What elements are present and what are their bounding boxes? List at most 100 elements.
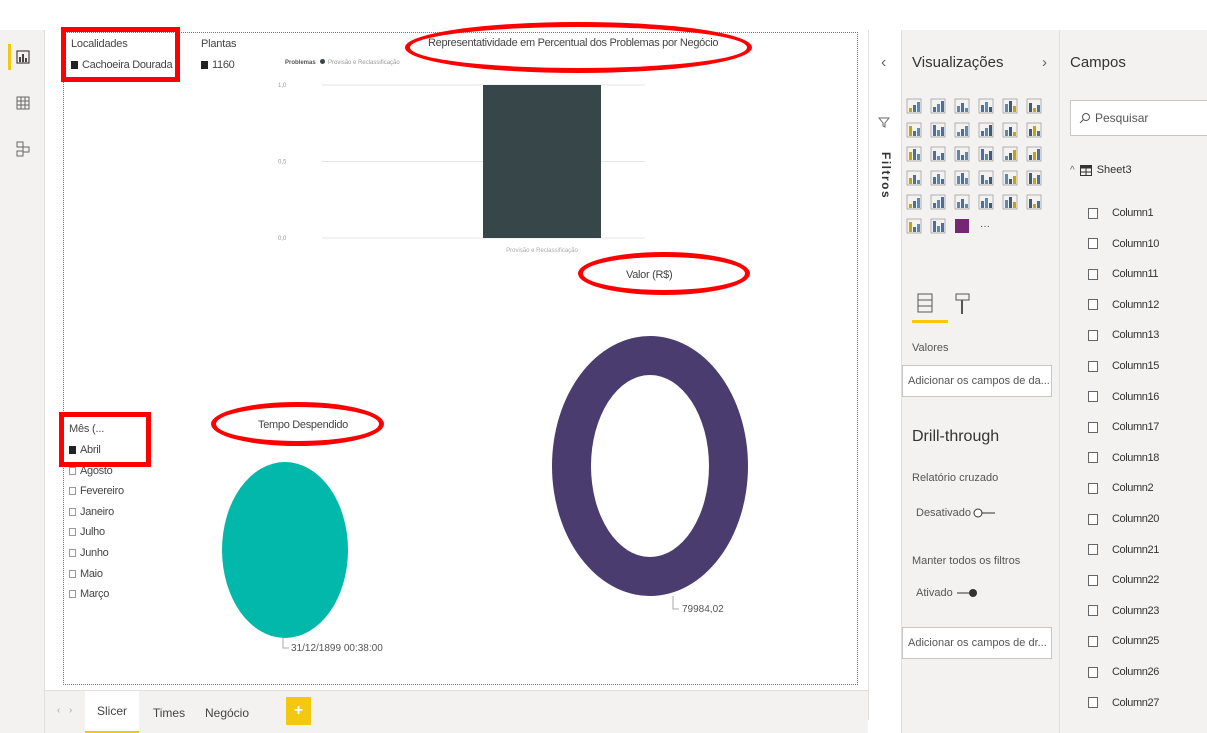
field-checkbox[interactable]	[1088, 605, 1098, 617]
more-visuals-icon[interactable]: ···	[978, 218, 994, 234]
field-item[interactable]: Column23	[1088, 602, 1159, 620]
donut-chart[interactable]: 79984,02	[545, 330, 765, 650]
python-icon[interactable]	[1002, 194, 1018, 210]
tab-scroll-right-icon[interactable]: ›	[69, 705, 72, 716]
slicer-mes-item[interactable]: Março	[69, 588, 109, 600]
custom-visual-icon[interactable]	[954, 218, 970, 234]
clustered-column-icon[interactable]	[978, 98, 994, 114]
pie-slice[interactable]	[222, 462, 348, 638]
cross-report-toggle[interactable]: Desativado	[916, 507, 997, 519]
treemap-icon[interactable]	[1026, 146, 1042, 162]
field-checkbox[interactable]	[1088, 513, 1098, 525]
filters-collapse-icon[interactable]: ‹	[881, 54, 886, 72]
filled-map-icon[interactable]	[930, 170, 946, 186]
field-item[interactable]: Column10	[1088, 235, 1159, 253]
values-drop-zone[interactable]: Adicionar os campos de da...	[902, 365, 1052, 397]
bar-chart[interactable]: 1,0 0,5 0,0 Provisão e Reclassificação	[270, 75, 650, 265]
field-item[interactable]: Column21	[1088, 541, 1159, 559]
slicer-mes-item[interactable]: Maio	[69, 568, 103, 580]
kpi-icon[interactable]	[1026, 170, 1042, 186]
format-paint-roller-icon[interactable]	[954, 292, 972, 318]
tab-scroll-left-icon[interactable]: ‹	[57, 705, 60, 716]
field-checkbox[interactable]	[1088, 666, 1098, 678]
donut-slice[interactable]	[552, 336, 748, 596]
field-item[interactable]: Column16	[1088, 388, 1159, 406]
field-checkbox[interactable]	[1088, 299, 1098, 311]
field-checkbox[interactable]	[1088, 329, 1098, 341]
field-item[interactable]: Column22	[1088, 571, 1159, 589]
pie-chart[interactable]: 31/12/1899 00:38:00	[222, 455, 425, 670]
field-checkbox[interactable]	[1088, 544, 1098, 556]
map-icon[interactable]	[906, 170, 922, 186]
donut-icon[interactable]	[1002, 146, 1018, 162]
waterfall-icon[interactable]	[906, 146, 922, 162]
field-item[interactable]: Column1	[1088, 204, 1154, 222]
field-item[interactable]: Column15	[1088, 357, 1159, 375]
gauge-icon[interactable]	[954, 170, 970, 186]
field-item[interactable]: Column25	[1088, 632, 1159, 650]
field-checkbox[interactable]	[1088, 207, 1098, 219]
field-item[interactable]: Column13	[1088, 326, 1159, 344]
pie-icon[interactable]	[978, 146, 994, 162]
100-column-icon[interactable]	[1026, 98, 1042, 114]
bar[interactable]	[483, 85, 601, 238]
funnel-icon[interactable]	[930, 146, 946, 162]
area-chart-icon[interactable]	[930, 122, 946, 138]
slicer-plantas-item[interactable]: 1160	[201, 59, 235, 71]
field-item[interactable]: Column26	[1088, 663, 1159, 681]
table-visual-icon[interactable]	[930, 194, 946, 210]
field-item[interactable]: Column2	[1088, 479, 1154, 497]
field-checkbox[interactable]	[1088, 635, 1098, 647]
card-icon[interactable]	[978, 170, 994, 186]
bar-legend[interactable]: Problemas Provisão e Reclassificação	[285, 59, 400, 66]
100-bar-icon[interactable]	[1002, 98, 1018, 114]
fields-search-input[interactable]: Pesquisar	[1070, 100, 1207, 136]
field-checkbox[interactable]	[1088, 697, 1098, 709]
tab-negocio[interactable]: Negócio	[197, 691, 257, 733]
field-item[interactable]: Column11	[1088, 265, 1159, 283]
stacked-column-icon[interactable]	[930, 98, 946, 114]
stacked-bar-icon[interactable]	[906, 98, 922, 114]
field-checkbox[interactable]	[1088, 452, 1098, 464]
scatter-icon[interactable]	[954, 146, 970, 162]
field-checkbox[interactable]	[1088, 574, 1098, 586]
ribbon-chart-icon[interactable]	[1026, 122, 1042, 138]
field-checkbox[interactable]	[1088, 391, 1098, 403]
keep-filters-toggle[interactable]: Ativado	[916, 587, 979, 599]
field-checkbox[interactable]	[1088, 268, 1098, 280]
fields-well-icon[interactable]	[916, 292, 936, 318]
field-checkbox[interactable]	[1088, 238, 1098, 250]
stacked-area-icon[interactable]	[954, 122, 970, 138]
report-canvas[interactable]: Localidades Cachoeira Dourada Plantas 11…	[45, 0, 868, 690]
qa-icon[interactable]	[906, 218, 922, 234]
key-influencers-icon[interactable]	[1026, 194, 1042, 210]
table-sheet3[interactable]: ^ Sheet3	[1070, 164, 1132, 176]
arcgis-icon[interactable]	[930, 218, 946, 234]
report-view-icon[interactable]	[8, 44, 34, 70]
viz-pane-chevron-icon[interactable]: ›	[1042, 54, 1047, 71]
field-checkbox[interactable]	[1088, 421, 1098, 433]
tab-slicer[interactable]: Slicer	[85, 691, 139, 733]
field-checkbox[interactable]	[1088, 360, 1098, 372]
model-view-icon[interactable]	[10, 136, 36, 162]
filters-pane-collapsed[interactable]: ‹ Filtros	[868, 30, 901, 720]
field-item[interactable]: Column17	[1088, 418, 1159, 436]
slicer-mes-item[interactable]: Junho	[69, 547, 109, 559]
matrix-icon[interactable]	[954, 194, 970, 210]
slicer-icon[interactable]	[906, 194, 922, 210]
data-view-icon[interactable]	[10, 90, 36, 116]
field-item[interactable]: Column18	[1088, 449, 1159, 467]
slicer-mes-item[interactable]: Julho	[69, 526, 105, 538]
field-item[interactable]: Column12	[1088, 296, 1159, 314]
r-script-icon[interactable]	[978, 194, 994, 210]
tab-times[interactable]: Times	[145, 691, 193, 733]
line-column-icon[interactable]	[978, 122, 994, 138]
drill-through-drop-zone[interactable]: Adicionar os campos de dr...	[902, 627, 1052, 659]
line-clustered-icon[interactable]	[1002, 122, 1018, 138]
field-item[interactable]: Column20	[1088, 510, 1159, 528]
slicer-mes-item[interactable]: Janeiro	[69, 506, 114, 518]
slicer-mes-item[interactable]: Fevereiro	[69, 485, 124, 497]
clustered-bar-icon[interactable]	[954, 98, 970, 114]
field-checkbox[interactable]	[1088, 482, 1098, 494]
add-page-button[interactable]: +	[286, 697, 311, 725]
